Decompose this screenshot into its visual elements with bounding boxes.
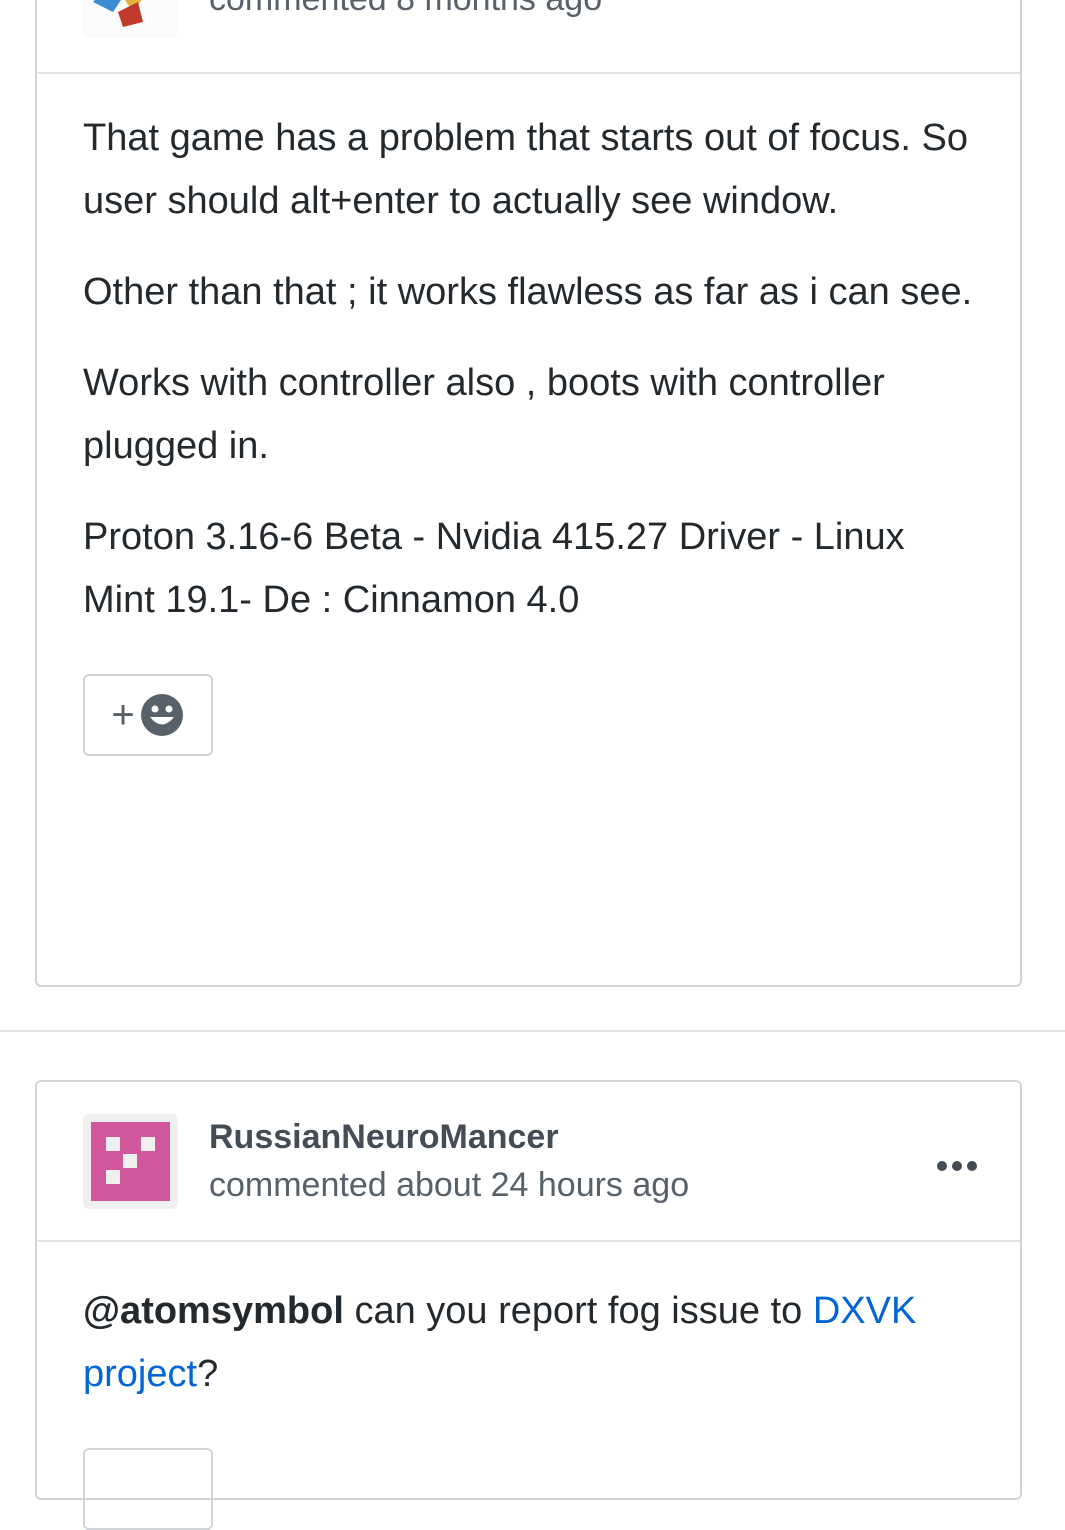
user-mention-link[interactable]: @atomsymbol: [83, 1290, 344, 1332]
comment-paragraph: Works with controller also , boots with …: [83, 362, 885, 467]
comment-header: commented 8 months ago: [37, 0, 1020, 74]
comment-paragraph: Other than that ; it works flawless as f…: [83, 271, 973, 313]
more-options-icon[interactable]: [936, 1144, 978, 1174]
comment-body: @atomsymbol can you report fog issue to …: [37, 1280, 1020, 1406]
comment-paragraph: That game has a problem that starts out …: [83, 117, 969, 222]
comment-text: can you report fog issue to: [343, 1290, 813, 1332]
comment-header: RussianNeuroMancer commented about 24 ho…: [37, 1082, 1020, 1242]
add-reaction-button[interactable]: [83, 1448, 213, 1530]
comment-body: That game has a problem that starts out …: [37, 107, 1020, 756]
comment-paragraph: @atomsymbol can you report fog issue to …: [83, 1280, 974, 1406]
timeline-divider: [0, 1030, 1065, 1032]
plus-icon: +: [111, 693, 135, 737]
comment-text: ?: [197, 1353, 219, 1395]
comment-paragraph: Proton 3.16-6 Beta - Nvidia 415.27 Drive…: [83, 516, 905, 621]
add-reaction-button[interactable]: +: [83, 674, 213, 756]
comment-card: RussianNeuroMancer commented about 24 ho…: [35, 1080, 1022, 1530]
avatar-image: [83, 0, 178, 38]
avatar[interactable]: [83, 1114, 178, 1209]
smiley-icon: [140, 694, 183, 736]
comment-author[interactable]: RussianNeuroMancer: [209, 1118, 559, 1157]
avatar[interactable]: [83, 0, 178, 38]
comment-card: commented 8 months ago That game has a p…: [35, 0, 1022, 987]
identicon-image: [83, 1114, 178, 1209]
comment-timestamp[interactable]: commented 8 months ago: [209, 0, 602, 19]
comment-timestamp[interactable]: commented about 24 hours ago: [209, 1166, 689, 1205]
